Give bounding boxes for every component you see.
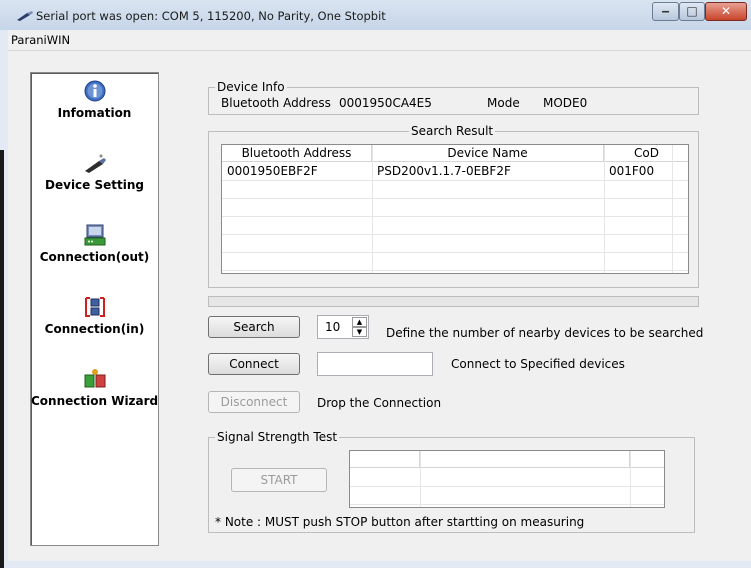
grid-line — [350, 486, 664, 487]
sidebar-item-device-setting[interactable]: Device Setting — [31, 151, 158, 192]
grid-line — [420, 451, 421, 507]
grid-line — [222, 216, 688, 217]
search-description: Define the number of nearby devices to b… — [386, 326, 704, 340]
sidebar: Infomation Device Setting Connection(out… — [30, 72, 159, 546]
signal-note: * Note : MUST push STOP button after sta… — [215, 515, 585, 529]
column-header[interactable] — [350, 451, 420, 468]
connection-in-icon — [84, 297, 105, 317]
sidebar-item-connection-in[interactable]: Connection(in) — [31, 295, 158, 336]
close-button[interactable]: ✕ — [705, 2, 747, 21]
sidebar-item-label: Device Setting — [45, 178, 144, 192]
cell-device-name: PSD200v1.1.7-0EBF2F — [377, 164, 511, 178]
sidebar-item-infomation[interactable]: Infomation — [31, 79, 158, 120]
grid-line — [222, 234, 688, 235]
grid-line — [222, 180, 688, 181]
connection-out-icon — [84, 224, 105, 246]
device-setting-icon — [84, 154, 106, 173]
serial-cable-icon — [17, 11, 33, 21]
signal-strength-title: Signal Strength Test — [215, 430, 340, 444]
connection-wizard-icon — [84, 369, 105, 388]
background-edge — [0, 150, 4, 568]
cell-cod: 001F00 — [609, 164, 655, 178]
column-header-bt-address[interactable]: Bluetooth Address — [222, 145, 372, 162]
disconnect-description: Drop the Connection — [317, 396, 442, 410]
device-info-group: Device Info Bluetooth Address 0001950CA4… — [208, 80, 699, 115]
search-result-title: Search Result — [409, 124, 496, 138]
grid-line — [350, 504, 664, 505]
window-title: Serial port was open: COM 5, 115200, No … — [36, 9, 386, 23]
spin-up-button[interactable]: ▲ — [352, 317, 367, 327]
column-header-cod[interactable]: CoD — [604, 145, 688, 162]
info-icon — [84, 80, 105, 102]
mode-value: MODE0 — [543, 96, 588, 110]
sidebar-item-label: Connection(in) — [44, 322, 145, 336]
sidebar-item-label: Connection Wizard — [31, 394, 159, 408]
grid-line — [672, 145, 673, 273]
search-progress-bar — [208, 296, 699, 307]
grid-line — [604, 145, 605, 273]
sidebar-item-connection-out[interactable]: Connection(out) — [31, 223, 158, 264]
signal-strength-group: Signal Strength Test START * Note : MUST… — [208, 430, 695, 533]
grid-line — [222, 270, 688, 271]
search-button[interactable]: Search — [208, 316, 300, 338]
window-bottom-border — [8, 561, 751, 568]
search-count-spinner[interactable]: 10 ▲ ▼ — [317, 315, 369, 339]
client-area: Infomation Device Setting Connection(out… — [8, 51, 751, 561]
search-result-group: Search Result Bluetooth Address Device N… — [208, 124, 699, 288]
device-info-title: Device Info — [215, 80, 287, 94]
column-header[interactable] — [630, 451, 664, 468]
column-header-device-name[interactable]: Device Name — [372, 145, 604, 162]
column-header[interactable] — [420, 451, 630, 468]
start-button[interactable]: START — [231, 468, 327, 492]
sidebar-item-label: Connection(out) — [39, 250, 150, 264]
connect-address-input[interactable] — [317, 352, 433, 376]
grid-line — [222, 252, 688, 253]
mode-label: Mode — [487, 96, 520, 110]
sidebar-item-connection-wizard[interactable]: Connection Wizard — [31, 367, 158, 408]
cell-bt-address: 0001950EBF2F — [227, 164, 318, 178]
bt-address-value: 0001950CA4E5 — [339, 96, 432, 110]
menu-bar: ParaniWIN — [8, 30, 751, 51]
signal-strength-list[interactable] — [349, 450, 665, 508]
sidebar-item-label: Infomation — [57, 106, 132, 120]
grid-line — [222, 198, 688, 199]
grid-line — [630, 451, 631, 507]
bt-address-label: Bluetooth Address — [221, 96, 331, 110]
connect-button[interactable]: Connect — [208, 353, 300, 375]
connect-description: Connect to Specified devices — [451, 357, 625, 371]
title-bar[interactable]: Serial port was open: COM 5, 115200, No … — [0, 0, 751, 30]
minimize-button[interactable]: ‒ — [652, 2, 679, 21]
maximize-button[interactable]: □ — [679, 2, 705, 21]
disconnect-button[interactable]: Disconnect — [208, 391, 300, 413]
menu-item-paraniwin[interactable]: ParaniWIN — [11, 33, 70, 47]
search-result-list[interactable]: Bluetooth Address Device Name CoD 000195… — [221, 144, 689, 274]
grid-line — [372, 145, 373, 273]
spin-down-button[interactable]: ▼ — [352, 327, 367, 337]
search-count-value: 10 — [325, 320, 341, 334]
